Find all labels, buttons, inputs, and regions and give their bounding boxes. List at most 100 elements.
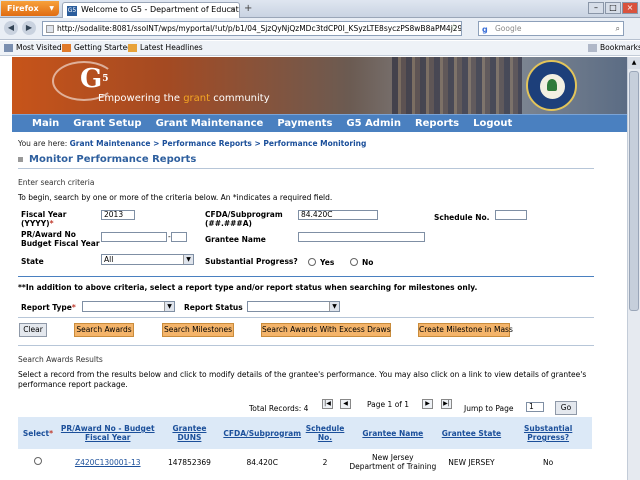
col-select: Select* [18,417,58,449]
required-marker: * [49,219,54,228]
g5-banner: G5 Empowering the grant community [12,57,627,114]
cfda-input[interactable]: 84.420C [298,210,378,220]
search-awards-button[interactable]: Search Awards [74,323,134,337]
col-grantee-state[interactable]: Grantee State [438,417,505,449]
progress-no-radio[interactable] [350,258,358,266]
award-cell: Z420C130001-13 [58,449,158,475]
schedule-label: Schedule No. [434,213,490,222]
menu-g5-admin[interactable]: G5 Admin [339,115,408,132]
last-page-icon[interactable]: ▶| [441,399,452,409]
schedule-cell: 2 [322,457,328,467]
col-schedule[interactable]: Schedule No. [303,417,348,449]
menu-main[interactable]: Main [12,115,66,132]
prev-page-icon[interactable]: ◀ [340,399,351,409]
divider [18,168,594,169]
state-label: State [21,257,44,266]
browser-tab[interactable]: G5 Welcome to G5 - Department of Educati… [62,2,240,18]
bullet-icon [18,156,23,162]
select-cell [18,449,58,475]
menu-grant-maintenance[interactable]: Grant Maintenance [149,115,271,132]
scroll-up-icon[interactable]: ▲ [628,57,640,69]
col-cfda[interactable]: CFDA/Subprogram [221,417,304,449]
magnifier-icon[interactable]: ⌕ [616,22,620,35]
bookmark-most-visited[interactable]: Most Visited [4,41,62,55]
chevron-down-icon: ▼ [164,302,174,311]
close-window-icon[interactable]: × [622,2,638,14]
clear-button[interactable]: Clear [19,323,47,337]
g5-logo: G5 [80,65,120,93]
scroll-thumb[interactable] [629,71,639,311]
go-button[interactable]: Go [555,401,577,415]
jump-page-input[interactable]: 1 [526,402,544,412]
required-marker: * [49,428,54,438]
back-icon[interactable]: ◀ [4,21,18,35]
search-excess-draws-button[interactable]: Search Awards With Excess Draws [261,323,391,337]
grantee-name-cell: New Jersey Department of Training [349,453,437,471]
report-type-select[interactable]: ▼ [82,301,175,312]
breadcrumb-path[interactable]: Grant Maintenance > Performance Reports … [70,139,367,148]
menu-logout[interactable]: Logout [466,115,519,132]
google-icon: g [482,25,488,34]
schedule-input[interactable] [495,210,527,220]
bookmark-latest-headlines[interactable]: Latest Headlines [128,41,203,55]
tagline-accent: grant [183,93,211,104]
close-tab-icon[interactable]: × [229,3,236,17]
department-seal-icon [526,60,577,111]
search-input[interactable]: g Google ⌕ [478,21,624,36]
cfda-format: (##.###A) [205,219,252,228]
url-bar[interactable]: http://sodalite:8081/ssoINT/wps/myportal… [42,21,462,36]
maximize-icon[interactable]: □ [605,2,621,14]
pr-award-input[interactable] [101,232,167,242]
menu-reports[interactable]: Reports [408,115,466,132]
menu-payments[interactable]: Payments [270,115,339,132]
budget-year-input[interactable] [171,232,187,242]
create-milestone-button[interactable]: Create Milestone in Mass [418,323,513,337]
report-type-label-text: Report Type [21,303,72,312]
tagline-post: community [210,93,270,104]
page-info: Page 1 of 1 [367,400,410,409]
folder-icon [4,44,13,52]
page-scrollbar[interactable]: ▲ [627,57,640,480]
first-page-icon[interactable]: |◀ [322,399,333,409]
bookmarks-icon [588,44,597,52]
firefox-icon [62,44,71,52]
grantee-name-label: Grantee Name [205,235,266,244]
fiscal-year-input[interactable]: 2013 [101,210,135,220]
menu-grant-setup[interactable]: Grant Setup [66,115,148,132]
url-text: http://sodalite:8081/ssoINT/wps/myportal… [57,24,462,33]
progress-cell: No [543,457,554,467]
firefox-label: Firefox [7,4,39,13]
results-section-label: Search Awards Results [18,355,103,364]
search-milestones-button[interactable]: Search Milestones [162,323,234,337]
pr-award-label: PR/Award No [21,230,76,239]
forward-icon[interactable]: ▶ [22,21,36,35]
row-select-radio[interactable] [33,457,42,465]
grantee-name-input[interactable] [298,232,425,242]
divider [18,345,594,346]
next-page-icon[interactable]: ▶ [422,399,433,409]
firefox-menu-button[interactable]: Firefox ▼ [1,1,59,16]
rss-icon [128,44,137,52]
star-icon[interactable]: ☆ [450,22,458,35]
bookmark-getting-started[interactable]: Getting Started [62,41,132,55]
col-award[interactable]: PR/Award No - Budget Fiscal Year [57,417,158,449]
new-tab-icon[interactable]: + [244,3,252,14]
award-link[interactable]: Z420C130001-13 [75,458,141,467]
col-progress[interactable]: Substantial Progress? [504,417,592,449]
col-duns[interactable]: Grantee DUNS [157,417,222,449]
chevron-down-icon: ▼ [49,5,54,12]
bookmarks-menu[interactable]: Bookmarks [588,41,640,55]
required-marker: * [71,303,76,312]
bookmark-label: Most Visited [16,43,62,52]
minimize-icon[interactable]: – [588,2,604,14]
fiscal-year-format: (YYYY)* [21,219,54,228]
library-shelves-image [392,57,522,114]
duns-cell: 147852369 [167,457,211,467]
fiscal-year-label: Fiscal Year [21,210,66,219]
state-select[interactable]: All ▼ [101,254,194,265]
browser-titlebar: Firefox ▼ G5 Welcome to G5 - Department o… [0,0,640,18]
col-grantee-name[interactable]: Grantee Name [347,417,439,449]
milestone-note: **In addition to above criteria, select … [18,283,478,292]
report-status-select[interactable]: ▼ [247,301,340,312]
progress-yes-radio[interactable] [308,258,316,266]
